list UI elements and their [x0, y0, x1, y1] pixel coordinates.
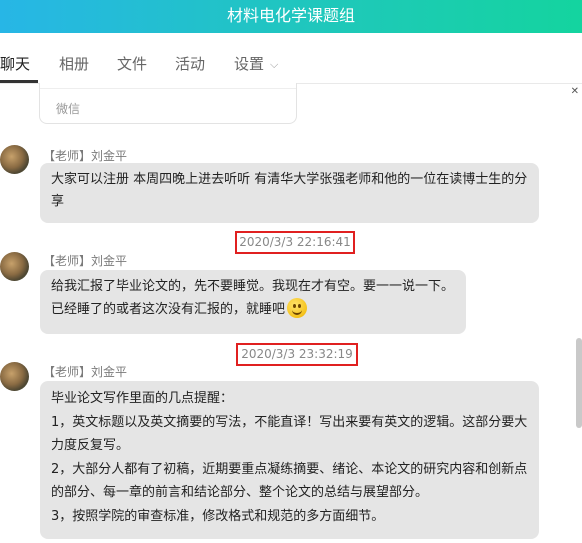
card-source-label: 微信: [56, 102, 81, 116]
close-icon[interactable]: ✕: [571, 86, 579, 97]
sender-name: 【老师】刘金平: [43, 149, 128, 163]
avatar[interactable]: [0, 145, 29, 174]
avatar[interactable]: [0, 362, 29, 391]
tab-activities[interactable]: 活动: [175, 53, 205, 74]
timestamp: 2020/3/3 22:16:41: [235, 231, 355, 254]
timestamp-text: 2020/3/3 22:16:41: [239, 235, 351, 249]
message-text: 大家可以注册 本周四晚上进去听听 有清华大学张强老师和他的一位在读博士生的分享: [51, 172, 528, 209]
message-bubble[interactable]: 给我汇报了毕业论文的，先不要睡觉。我现在才有空。要一一说一下。 已经睡了的或者这…: [40, 270, 466, 334]
chevron-down-icon: ⌵: [270, 58, 279, 71]
message-bubble[interactable]: 毕业论文写作里面的几点提醒： 1，英文标题以及英文摘要的写法，不能直译！写出来要…: [40, 381, 539, 539]
timestamp: 2020/3/3 23:32:19: [236, 343, 358, 366]
tab-files[interactable]: 文件: [117, 53, 147, 74]
tab-album[interactable]: 相册: [59, 53, 89, 74]
shared-card[interactable]: 微信: [39, 83, 297, 124]
message-text: 给我汇报了毕业论文的，先不要睡觉。我现在才有空。要一一说一下。: [51, 279, 455, 294]
group-title: 材料电化学课题组: [226, 6, 355, 25]
avatar[interactable]: [0, 252, 29, 281]
smiley-emoji-icon: [287, 298, 308, 318]
message-bubble[interactable]: 大家可以注册 本周四晚上进去听听 有清华大学张强老师和他的一位在读博士生的分享: [40, 163, 539, 223]
message-text: 3，按照学院的审查标准，修改格式和规范的多方面细节。: [51, 508, 385, 524]
sender-name: 【老师】刘金平: [43, 254, 128, 268]
message-text-line: 已经睡了的或者这次没有汇报的，就睡吧: [51, 298, 456, 321]
group-title-bar: 材料电化学课题组: [0, 0, 582, 33]
tab-settings-label: 设置: [234, 55, 265, 73]
active-tab-indicator: [0, 80, 38, 83]
sender-name: 【老师】刘金平: [43, 365, 128, 379]
card-divider: [40, 88, 296, 89]
message-text: 2，大部分人都有了初稿，近期要重点凝练摘要、绪论、本论文的研究内容和创新点的部分…: [51, 461, 528, 501]
message-text: 1，英文标题以及英文摘要的写法，不能直译！写出来要有英文的逻辑。这部分要大力度反…: [51, 414, 528, 454]
scrollbar[interactable]: [576, 338, 582, 428]
tab-settings[interactable]: 设置 ⌵: [234, 53, 278, 74]
tab-chat[interactable]: 聊天: [0, 53, 30, 74]
message-text: 毕业论文写作里面的几点提醒：: [51, 391, 234, 406]
tab-bar: 聊天 相册 文件 活动 设置 ⌵ ✕: [0, 33, 582, 97]
timestamp-text: 2020/3/3 23:32:19: [241, 347, 353, 361]
